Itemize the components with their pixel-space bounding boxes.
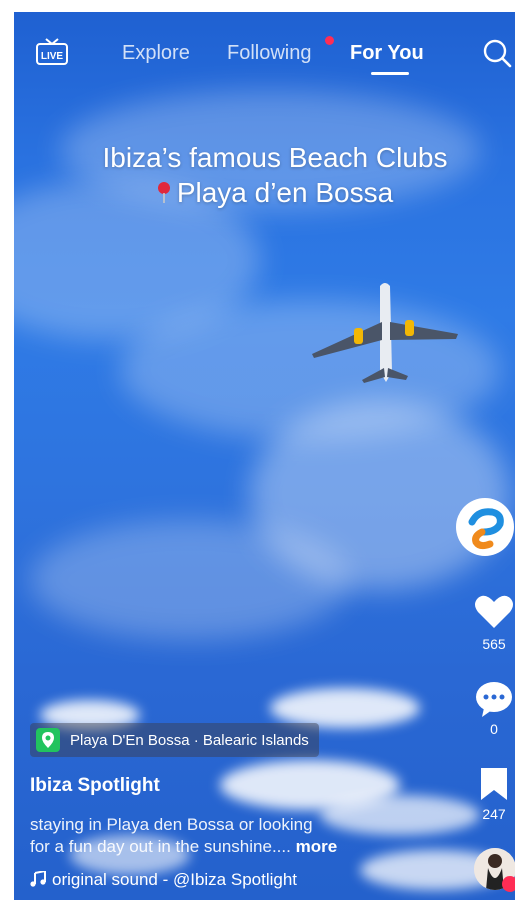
tab-following[interactable]: Following [227,42,311,65]
frame-edge-top [0,0,523,12]
caption-line-2-row: for a fun day out in the sunshine.... mo… [30,836,450,858]
cloud [270,688,420,728]
live-icon[interactable]: LIVE [34,37,70,67]
location-tag[interactable]: Playa D'En Bossa · Balearic Islands [30,723,319,757]
caption-line-2: for a fun day out in the sunshine.... [30,837,291,856]
more-link[interactable]: more [296,837,338,856]
tab-for-you[interactable]: For You [350,42,424,65]
username[interactable]: Ibiza Spotlight [30,775,160,797]
active-tab-indicator [371,72,409,75]
video-overlay-text: Ibiza’s famous Beach Clubs Playa d’en Bo… [40,140,510,210]
location-pin-icon [36,728,60,752]
airplane-image [312,283,458,383]
sound-label: original sound - @Ibiza Spotlight [52,870,298,889]
sound-info[interactable]: original sound - @Ibiza Spotlight [30,869,298,890]
location-label: Playa D'En Bossa · Balearic Islands [70,731,309,749]
comment-icon [476,682,512,717]
overlay-line-2: Playa d’en Bossa [176,177,394,208]
overlay-line-2-row: Playa d’en Bossa [40,175,510,210]
app-logo-button[interactable] [456,498,514,556]
tab-explore[interactable]: Explore [122,42,190,65]
bookmark-icon [481,768,507,800]
map-pin-icon [157,177,171,203]
caption-line-1: staying in Playa den Bossa or looking [30,815,313,834]
top-navigation: LIVE Explore Following For You [0,34,523,75]
overlay-line-1: Ibiza’s famous Beach Clubs [102,142,448,173]
music-note-icon [30,869,46,887]
frame-edge-right [515,0,523,900]
cloud-wisp [30,520,350,640]
video-screen[interactable]: LIVE Explore Following For You Ibiza’s f… [0,0,523,900]
live-label: LIVE [41,51,64,62]
frame-edge-left [0,0,14,900]
app-logo-icon [468,508,504,550]
caption[interactable]: staying in Playa den Bossa or looking fo… [30,814,450,858]
search-icon[interactable] [482,38,512,68]
heart-icon [475,595,513,628]
notification-dot [325,36,334,45]
